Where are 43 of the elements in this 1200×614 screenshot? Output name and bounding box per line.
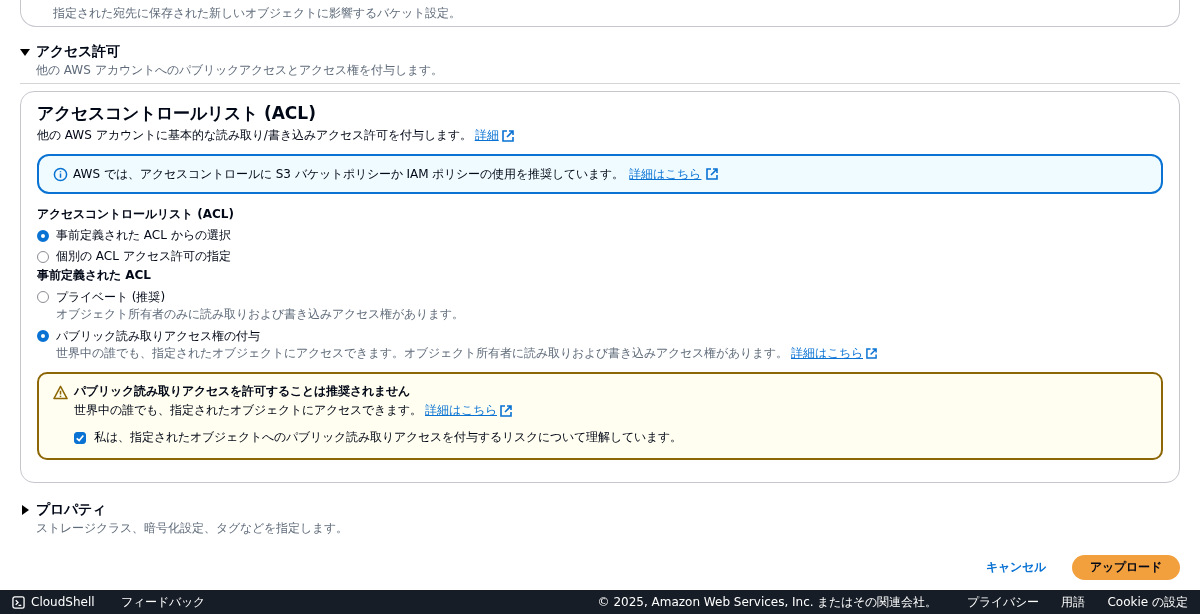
warning-text: 世界中の誰でも、指定されたオブジェクトにアクセスできます。 xyxy=(74,402,422,419)
option-description: 世界中の誰でも、指定されたオブジェクトにアクセスできます。オブジェクト所有者に読み取りおよび書き込みアクセス権があります。 xyxy=(56,345,788,362)
card-title: アクセスコントロールリスト (ACL) xyxy=(37,102,317,125)
info-icon xyxy=(53,166,68,182)
radio-button[interactable] xyxy=(37,229,49,242)
feedback-link[interactable]: フィードバック xyxy=(120,593,205,611)
warning-icon xyxy=(53,385,68,400)
learn-more-link[interactable]: 詳細はこちら xyxy=(791,345,863,362)
external-link-icon xyxy=(500,404,512,417)
external-link-icon xyxy=(706,168,719,180)
option-description: オブジェクト所有者のみに読み取りおよび書き込みアクセス権があります。 xyxy=(56,306,464,323)
field-label: 事前定義された ACL xyxy=(37,267,152,284)
terminal-icon[interactable] xyxy=(12,595,25,609)
learn-more-link[interactable]: 詳細はこちら xyxy=(425,402,497,419)
section-description: 他の AWS アカウントへのパブリックアクセスとアクセス権を付与します。 xyxy=(35,62,444,79)
radio-label[interactable]: 個別の ACL アクセス許可の指定 xyxy=(56,248,231,265)
checkbox[interactable] xyxy=(74,431,86,444)
caret-icon[interactable] xyxy=(20,505,30,515)
radio-button[interactable] xyxy=(37,330,49,342)
section-description: ストレージクラス、暗号化設定、タグなどを指定します。 xyxy=(35,520,349,537)
footer-link[interactable]: プライバシー xyxy=(967,593,1040,611)
external-link-icon xyxy=(501,129,514,142)
info-text: AWS では、アクセスコントロールに S3 バケットポリシーか IAM ポリシーの使用を推奨しています。 xyxy=(73,165,625,183)
caret-icon[interactable] xyxy=(20,47,30,57)
footer-link[interactable]: Cookie の設定 xyxy=(1107,593,1188,611)
radio-label[interactable]: パブリック読み取りアクセス権の付与 xyxy=(56,328,877,345)
section-title[interactable]: プロパティ xyxy=(36,501,106,519)
radio-label[interactable]: 事前定義された ACL からの選択 xyxy=(56,227,231,244)
copyright-text: © 2025, Amazon Web Services, Inc. またはその関連会社。 xyxy=(597,593,938,611)
radio-label[interactable]: プライベート (推奨) xyxy=(56,289,464,306)
card-description: 他の AWS アカウントに基本的な読み取り/書き込みアクセス許可を付与します。 xyxy=(37,127,472,144)
learn-more-link[interactable]: 詳細はこちら xyxy=(629,165,702,183)
section-description: 指定された宛先に保存された新しいオブジェクトに影響するバケット設定。 xyxy=(53,6,461,20)
cancel-button[interactable]: キャンセル xyxy=(982,555,1050,580)
footer-link[interactable]: 用語 xyxy=(1061,593,1086,611)
warning-title: パブリック読み取りアクセスを許可することは推奨されません xyxy=(74,383,411,400)
cloudshell-link[interactable]: CloudShell xyxy=(31,595,95,609)
external-link-icon xyxy=(866,348,877,359)
upload-button[interactable]: アップロード xyxy=(1072,555,1180,580)
section-title[interactable]: アクセス許可 xyxy=(36,43,120,61)
checkbox-label[interactable]: 私は、指定されたオブジェクトへのパブリック読み取りアクセスを付与するリスクについて理解しています。 xyxy=(94,429,682,446)
field-label: アクセスコントロールリスト (ACL) xyxy=(37,206,235,223)
details-link[interactable]: 詳細 xyxy=(474,127,499,144)
